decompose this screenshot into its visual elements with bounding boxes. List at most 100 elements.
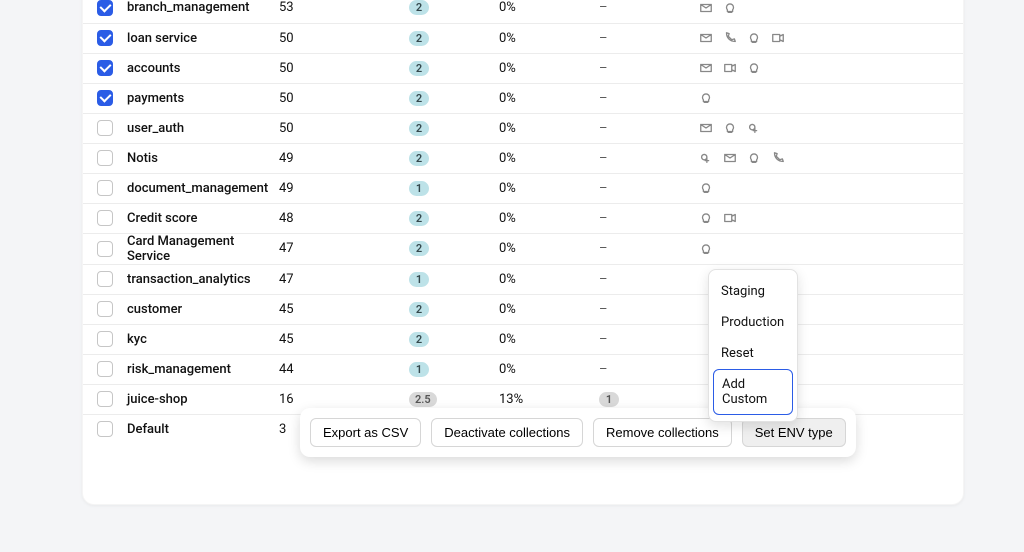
mail-icon — [699, 61, 713, 75]
count-value: 50 — [279, 61, 294, 76]
collection-name[interactable]: document_management — [127, 181, 268, 196]
count-value: 45 — [279, 302, 294, 317]
table-row: user_auth 50 2 0% – — [83, 113, 963, 143]
count-value: 50 — [279, 31, 294, 46]
collections-table: branch_management 53 2 0% – loan service… — [83, 0, 963, 444]
key-icon — [699, 151, 713, 165]
row-checkbox[interactable] — [97, 30, 113, 46]
dash-value: – — [599, 211, 608, 226]
count-pill: 1 — [599, 392, 619, 407]
row-checkbox[interactable] — [97, 271, 113, 287]
channel-icons — [699, 121, 963, 135]
count-value: 47 — [279, 241, 294, 256]
row-checkbox[interactable] — [97, 180, 113, 196]
table-row: risk_management 44 1 0% – — [83, 354, 963, 384]
phone-icon — [771, 151, 785, 165]
table-row: payments 50 2 0% – — [83, 83, 963, 113]
collection-name[interactable]: risk_management — [127, 362, 231, 377]
table-row: Notis 49 2 0% – — [83, 143, 963, 173]
metric-pill: 2 — [409, 61, 429, 76]
table-row: loan service 50 2 0% – — [83, 23, 963, 53]
env-option[interactable]: Reset — [709, 338, 797, 369]
count-value: 3 — [279, 422, 286, 437]
dash-value: – — [599, 91, 608, 106]
env-type-dropdown: StagingProductionResetAdd Custom — [708, 269, 798, 422]
collection-name[interactable]: juice-shop — [127, 392, 188, 407]
row-checkbox[interactable] — [97, 331, 113, 347]
bulb-icon — [699, 91, 713, 105]
row-checkbox[interactable] — [97, 391, 113, 407]
remove-button[interactable]: Remove collections — [593, 418, 732, 447]
table-row: transaction_analytics 47 1 0% – — [83, 264, 963, 294]
dash-value: – — [599, 0, 608, 15]
count-value: 50 — [279, 91, 294, 106]
row-checkbox[interactable] — [97, 120, 113, 136]
count-value: 50 — [279, 121, 294, 136]
percent-value: 0% — [499, 0, 516, 15]
percent-value: 0% — [499, 272, 516, 287]
metric-pill: 2 — [409, 241, 429, 256]
percent-value: 0% — [499, 31, 516, 46]
export-csv-button[interactable]: Export as CSV — [310, 418, 421, 447]
bulb-icon — [723, 1, 737, 15]
env-option[interactable]: Add Custom — [713, 369, 793, 415]
count-value: 45 — [279, 332, 294, 347]
dash-value: – — [599, 362, 608, 377]
collection-name[interactable]: branch_management — [127, 0, 250, 15]
percent-value: 0% — [499, 121, 516, 136]
collection-name[interactable]: user_auth — [127, 121, 184, 136]
row-checkbox[interactable] — [97, 361, 113, 377]
channel-icons — [699, 31, 963, 45]
dash-value: – — [599, 121, 608, 136]
row-checkbox[interactable] — [97, 421, 113, 437]
row-checkbox[interactable] — [97, 241, 113, 257]
dash-value: – — [599, 181, 608, 196]
row-checkbox[interactable] — [97, 60, 113, 76]
bulb-icon — [747, 31, 761, 45]
video-icon — [723, 211, 737, 225]
percent-value: 0% — [499, 181, 516, 196]
count-value: 47 — [279, 272, 294, 287]
collection-name[interactable]: customer — [127, 302, 182, 317]
row-checkbox[interactable] — [97, 0, 113, 16]
bulb-icon — [747, 61, 761, 75]
deactivate-button[interactable]: Deactivate collections — [431, 418, 583, 447]
set-env-button[interactable]: Set ENV type — [742, 418, 846, 447]
row-checkbox[interactable] — [97, 301, 113, 317]
metric-pill: 2 — [409, 91, 429, 106]
table-row: accounts 50 2 0% – — [83, 53, 963, 83]
metric-pill: 2 — [409, 121, 429, 136]
metric-pill: 1 — [409, 181, 429, 196]
collection-name[interactable]: payments — [127, 91, 184, 106]
metric-pill: 1 — [409, 362, 429, 377]
channel-icons — [699, 91, 963, 105]
count-value: 49 — [279, 181, 294, 196]
percent-value: 0% — [499, 302, 516, 317]
dash-value: – — [599, 332, 608, 347]
key-icon — [747, 121, 761, 135]
dash-value: – — [599, 151, 608, 166]
collection-name[interactable]: Credit score — [127, 211, 197, 226]
row-checkbox[interactable] — [97, 210, 113, 226]
table-row: Credit score 48 2 0% – — [83, 203, 963, 233]
metric-pill: 2 — [409, 332, 429, 347]
collection-name[interactable]: accounts — [127, 61, 180, 76]
table-row: customer 45 2 0% – — [83, 294, 963, 324]
env-option[interactable]: Production — [709, 307, 797, 338]
video-icon — [771, 31, 785, 45]
metric-pill: 2 — [409, 0, 429, 15]
row-checkbox[interactable] — [97, 90, 113, 106]
dash-value: – — [599, 241, 608, 256]
row-checkbox[interactable] — [97, 150, 113, 166]
env-option[interactable]: Staging — [709, 276, 797, 307]
metric-pill: 2 — [409, 302, 429, 317]
collection-name[interactable]: transaction_analytics — [127, 272, 251, 287]
collection-name[interactable]: loan service — [127, 31, 197, 46]
collection-name[interactable]: Notis — [127, 151, 158, 166]
table-row: Card Management Service 47 2 0% – — [83, 233, 963, 264]
collection-name[interactable]: Card Management Service — [127, 234, 234, 264]
bulb-icon — [699, 181, 713, 195]
percent-value: 0% — [499, 362, 516, 377]
collection-name[interactable]: kyc — [127, 332, 147, 347]
collection-name[interactable]: Default — [127, 422, 169, 437]
